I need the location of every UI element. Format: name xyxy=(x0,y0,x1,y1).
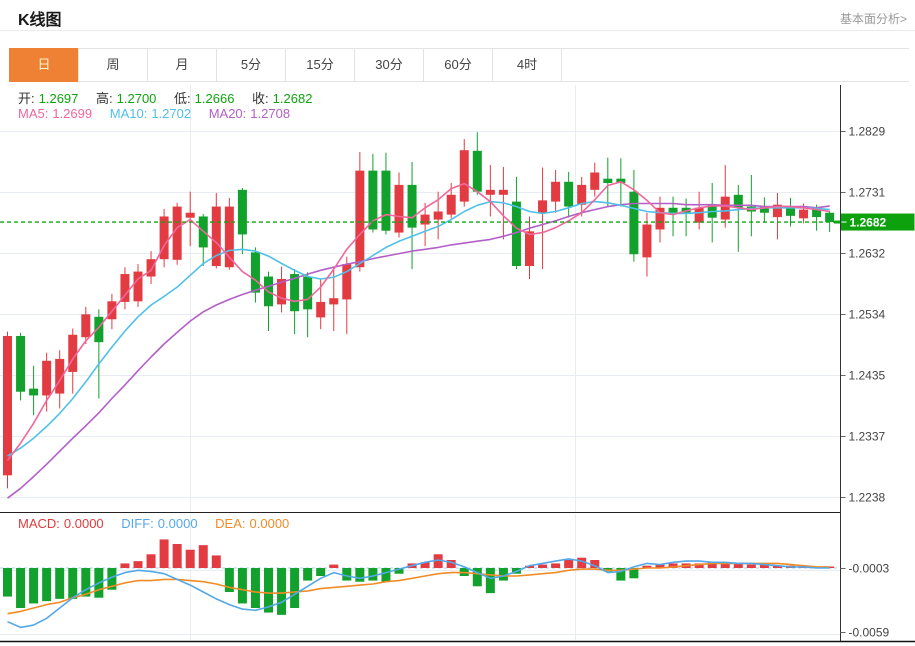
svg-text:1.2238: 1.2238 xyxy=(849,491,886,505)
diff-value: 0.0000 xyxy=(157,516,198,531)
tabbar-filler xyxy=(561,48,909,82)
ma10-value: 1.2702 xyxy=(151,106,192,121)
title-separator xyxy=(0,30,915,31)
page-title: K线图 xyxy=(18,12,62,29)
diff-label: DIFF: xyxy=(121,516,154,531)
kline-chart-canvas[interactable]: 1.2829 1.2731 1.2632 1.2534 1.2435 1.2337 1.22… xyxy=(0,85,915,646)
svg-text:1.2534: 1.2534 xyxy=(849,308,886,322)
close-value: 1.2682 xyxy=(272,91,313,106)
ma10-label: MA10: xyxy=(109,106,148,121)
tab-5min[interactable]: 5分 xyxy=(216,48,286,82)
open-value: 1.2697 xyxy=(38,91,79,106)
tab-15min[interactable]: 15分 xyxy=(285,48,355,82)
tab-30min[interactable]: 30分 xyxy=(354,48,424,82)
macd-readout: MACD: 0.0000 DIFF: 0.0000 DEA: 0.0000 xyxy=(18,516,293,531)
ohlc-readout: 开: 1.2697 高: 1.2700 低: 1.2666 收: 1.2682 xyxy=(18,88,316,107)
tab-month[interactable]: 月 xyxy=(147,48,217,82)
tab-week[interactable]: 周 xyxy=(78,48,148,82)
open-label: 开: xyxy=(18,91,35,106)
ma20-value: 1.2708 xyxy=(250,106,291,121)
svg-text:1.2632: 1.2632 xyxy=(849,247,886,261)
macd-label: MACD: xyxy=(18,516,60,531)
macd-value: 0.0000 xyxy=(63,516,104,531)
dea-value: 0.0000 xyxy=(249,516,290,531)
tab-day[interactable]: 日 xyxy=(9,48,79,82)
high-label: 高: xyxy=(96,91,113,106)
svg-text:1.2682: 1.2682 xyxy=(850,216,887,230)
chart-area: 1.2829 1.2731 1.2632 1.2534 1.2435 1.2337 1.22… xyxy=(0,85,915,646)
dea-label: DEA: xyxy=(215,516,246,531)
svg-text:1.2829: 1.2829 xyxy=(849,125,886,139)
kline-widget: { "header": { "title": "K线图", "link": "基… xyxy=(0,0,915,646)
high-value: 1.2700 xyxy=(116,91,157,106)
svg-text:-0.0003: -0.0003 xyxy=(849,562,890,576)
low-label: 低: xyxy=(174,91,191,106)
tab-4hour[interactable]: 4时 xyxy=(492,48,562,82)
svg-text:1.2337: 1.2337 xyxy=(849,430,886,444)
fundamental-analysis-link[interactable]: 基本面分析> xyxy=(840,10,907,27)
ma-readout: MA5: 1.2699 MA10: 1.2702 MA20: 1.2708 xyxy=(18,106,294,121)
ma5-label: MA5: xyxy=(18,106,49,121)
ma5-value: 1.2699 xyxy=(52,106,93,121)
tab-60min[interactable]: 60分 xyxy=(423,48,493,82)
svg-text:1.2435: 1.2435 xyxy=(849,369,886,383)
period-tabbar: 日 周 月 5分 15分 30分 60分 4时 xyxy=(9,48,909,82)
ma20-label: MA20: xyxy=(208,106,247,121)
svg-text:-0.0059: -0.0059 xyxy=(849,626,890,640)
svg-text:1.2731: 1.2731 xyxy=(849,186,886,200)
low-value: 1.2666 xyxy=(194,91,235,106)
close-label: 收: xyxy=(252,91,269,106)
